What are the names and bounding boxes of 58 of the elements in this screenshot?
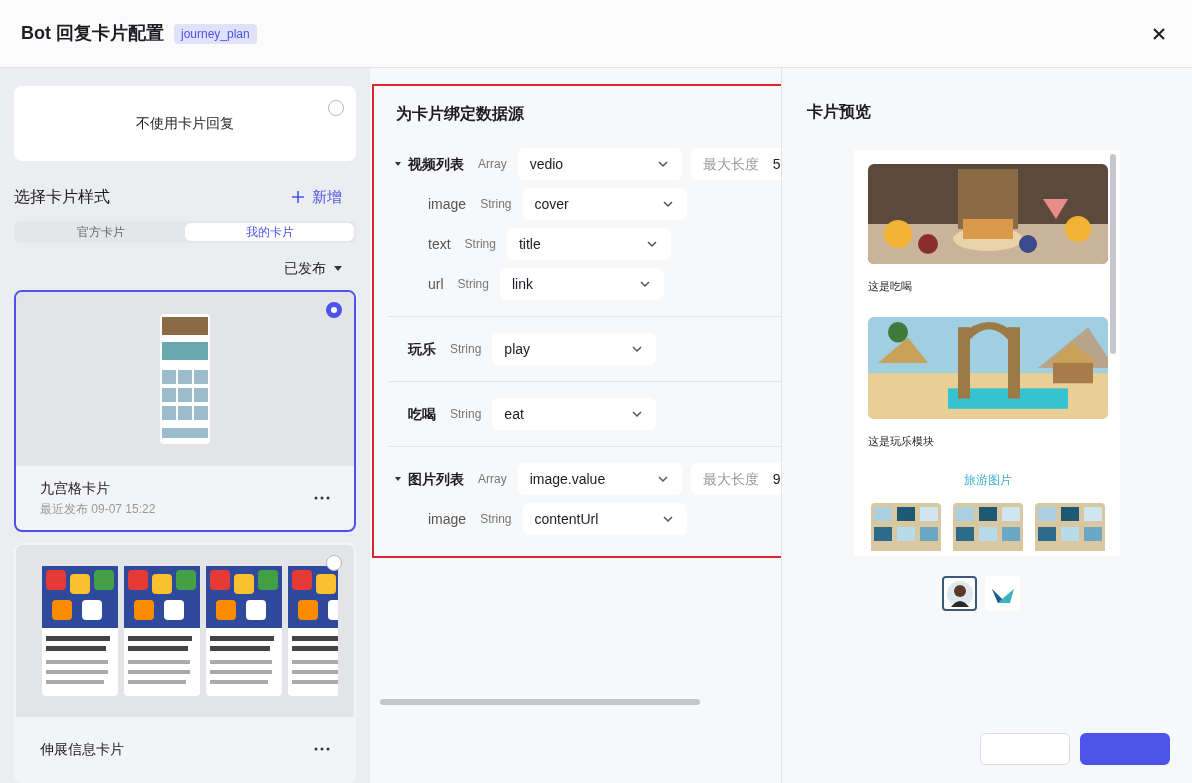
type-label: String — [480, 196, 512, 213]
tab[interactable]: 官方卡片 — [16, 223, 185, 241]
card-name: 九宫格卡片 — [40, 479, 111, 498]
select-field[interactable]: vedio — [517, 148, 682, 180]
avatar-icon — [946, 580, 973, 607]
avatar-option[interactable] — [942, 576, 977, 611]
select-field[interactable]: title — [506, 228, 671, 260]
caret-icon[interactable] — [394, 160, 402, 168]
section-title: 选择卡片样式 — [14, 187, 110, 207]
card-item[interactable]: 伸展信息卡片 — [14, 543, 356, 783]
panel-title: 卡片预览 — [807, 102, 872, 122]
field-name: text — [428, 234, 451, 254]
field-name: 吃喝 — [408, 404, 436, 424]
more-icon[interactable] — [314, 496, 330, 500]
max-length-field[interactable]: 最大长度 9 — [690, 463, 781, 495]
caret-icon[interactable] — [394, 475, 402, 483]
card-item[interactable]: 九宫格卡片 最近发布 09-07 15:22 — [14, 290, 356, 532]
select-field[interactable]: image.value — [517, 463, 682, 495]
type-label: String — [480, 511, 512, 528]
select-field[interactable]: link — [499, 268, 664, 300]
card-subtitle: 最近发布 09-07 15:22 — [40, 501, 156, 518]
type-label: String — [457, 276, 489, 293]
type-label: Array — [478, 156, 507, 173]
select-field[interactable]: contentUrl — [522, 503, 687, 535]
gallery-title: 旅游图片 — [963, 472, 1013, 489]
type-label: Array — [478, 471, 507, 488]
select-field[interactable]: eat — [492, 398, 657, 430]
add-button[interactable]: 新增 — [292, 185, 342, 209]
radio-button[interactable] — [328, 100, 344, 116]
scrollbar[interactable] — [380, 699, 700, 705]
field-name: 视频列表 — [408, 154, 464, 174]
type-label: String — [450, 406, 482, 423]
plus-icon — [292, 191, 304, 203]
tag: journey_plan — [174, 23, 257, 44]
field-name: 图片列表 — [408, 469, 464, 489]
caret-icon — [334, 264, 342, 272]
select-field[interactable]: cover — [522, 188, 687, 220]
close-icon[interactable] — [1152, 26, 1166, 41]
more-icon[interactable] — [314, 747, 330, 751]
select-field[interactable]: play — [492, 333, 657, 365]
preview-caption: 这是玩乐模块 — [868, 433, 935, 449]
option-label: 不使用卡片回复 — [136, 114, 234, 133]
filter-dropdown[interactable]: 已发布 — [284, 257, 342, 279]
panel-title: 为卡片绑定数据源 — [396, 104, 525, 124]
avatar-option[interactable] — [985, 576, 1020, 611]
type-label: String — [450, 341, 482, 358]
field-name: 玩乐 — [408, 339, 436, 359]
preview-caption: 这是吃喝 — [868, 279, 913, 294]
max-length-field[interactable]: 最大长度 5 — [690, 148, 781, 180]
field-name: image — [428, 194, 467, 214]
option-card[interactable]: 不使用卡片回复 — [14, 86, 356, 161]
field-name: url — [428, 274, 444, 294]
scrollbar[interactable] — [1110, 154, 1116, 354]
type-label: String — [464, 236, 496, 253]
dialog-title: Bot 回复卡片配置 — [21, 22, 164, 45]
field-name: image — [428, 509, 467, 529]
card-name: 伸展信息卡片 — [40, 739, 124, 759]
tab[interactable]: 我的卡片 — [185, 223, 354, 241]
